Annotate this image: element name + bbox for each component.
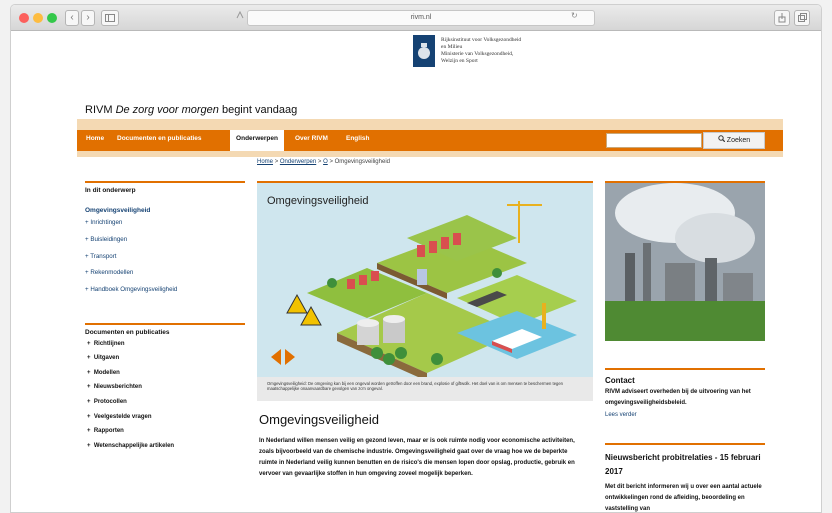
sidebar-doc-label: Wetenschappelijke artikelen — [93, 443, 175, 449]
sidebar-doc-label: Nieuwsberichten — [93, 384, 142, 390]
sidebar-item-rekenmodellen[interactable]: + Rekenmodellen — [85, 269, 133, 276]
search-button-label: Zoeken — [726, 137, 751, 144]
breadcrumb-separator: > — [317, 159, 322, 165]
hero-illustration: Omgevingsveiligheid — [257, 181, 593, 377]
sidebar-doc-nieuwsberichten[interactable]: + Nieuwsberichten — [87, 384, 142, 390]
sidebar-doc-veelgestelde-vragen[interactable]: + Veelgestelde vragen — [87, 414, 152, 420]
contact-text: RIVM adviseert overheden bij de uitvoeri… — [605, 389, 751, 406]
news-text: Met dit bericht informeren wij u over ee… — [605, 484, 762, 512]
nav-onderwerpen-label: Onderwerpen — [236, 135, 278, 142]
sidebar-doc-label: Modellen — [93, 370, 120, 376]
breadcrumb-onderwerpen[interactable]: Onderwerpen — [280, 159, 316, 165]
sidebar-item-transport[interactable]: + Transport — [85, 253, 116, 260]
sidebar-doc-wetenschappelijke-artikelen[interactable]: + Wetenschappelijke artikelen — [87, 443, 174, 449]
intro-text: In Nederland willen mensen veilig en gez… — [259, 438, 575, 477]
nav-onderwerpen[interactable]: Onderwerpen — [230, 130, 284, 151]
breadcrumb-separator: > — [274, 159, 279, 165]
logo-line1: Rijksinstituut voor Volksgezondheid — [441, 37, 522, 43]
sidebar-item-label: Inrichtingen — [90, 219, 123, 226]
sidebar-item-handboek[interactable]: + Handboek Omgevingsveiligheid — [85, 286, 177, 293]
hero-caption: Omgevingsveiligheid: De omgeving kan bij… — [257, 377, 593, 401]
nav-english[interactable]: English — [346, 135, 369, 142]
sidebar-item-label: Rekenmodellen — [90, 269, 134, 276]
search-icon — [718, 135, 727, 144]
breadcrumb-separator: > — [329, 159, 333, 165]
slider-arrows — [271, 349, 295, 365]
reload-icon[interactable]: ↻ — [571, 11, 578, 20]
sidebar-icon[interactable] — [101, 10, 119, 26]
search-input[interactable] — [606, 133, 702, 148]
tagline-brand: RIVM — [85, 104, 113, 116]
factory-image — [605, 183, 765, 341]
breadcrumb-o[interactable]: O — [323, 159, 328, 165]
nav-home[interactable]: Home — [86, 135, 104, 142]
sidebar-doc-label: Protocollen — [93, 399, 127, 405]
tabs-icon[interactable] — [794, 10, 810, 26]
sidebar-item-inrichtingen[interactable]: + Inrichtingen — [85, 219, 122, 226]
reader-icon[interactable] — [233, 10, 247, 26]
breadcrumb-home[interactable]: Home — [257, 159, 273, 165]
logo-line2: en Milieu — [441, 44, 463, 50]
sidebar-doc-label: Uitgaven — [93, 355, 120, 361]
web-page: Rijksinstituut voor Volksgezondheid en M… — [11, 32, 821, 512]
sidebar-doc-modellen[interactable]: + Modellen — [87, 370, 120, 376]
sidebar-doc-rapporten[interactable]: + Rapporten — [87, 428, 124, 434]
sidebar-item-label: Transport — [90, 253, 117, 260]
tagline-rest: begint vandaag — [221, 104, 298, 116]
logo-line4: Welzijn en Sport — [441, 58, 478, 64]
search-button[interactable]: Zoeken — [703, 132, 765, 149]
sidebar-active-item[interactable]: Omgevingsveiligheid — [85, 207, 150, 214]
sidebar-item-buisleidingen[interactable]: + Buisleidingen — [85, 236, 127, 243]
breadcrumb: Home > Onderwerpen > O > Omgevingsveilig… — [257, 159, 390, 165]
sidebar-item-label: Handboek Omgevingsveiligheid — [90, 286, 178, 293]
sidebar-doc-richtlijnen[interactable]: + Richtlijnen — [87, 341, 125, 347]
news-heading[interactable]: Nieuwsbericht probitrelaties - 15 februa… — [605, 443, 765, 479]
share-icon[interactable] — [774, 10, 790, 26]
logo-text: Rijksinstituut voor Volksgezondheid en M… — [441, 37, 581, 65]
close-window-button[interactable] — [19, 13, 29, 23]
browser-window: ‹ › rivm.nl ↻ Rijksinstituut voor Volksg… — [10, 4, 822, 513]
arrow-left-icon — [271, 349, 281, 365]
sidebar-heading-documenten: Documenten en publicaties — [85, 323, 245, 336]
sidebar-doc-label: Richtlijnen — [93, 341, 125, 347]
nav-documenten[interactable]: Documenten en publicaties — [117, 135, 202, 142]
sidebar-heading-onderwerp: In dit onderwerp — [85, 181, 245, 194]
nav-over-rivm[interactable]: Over RIVM — [295, 135, 328, 142]
sidebar-doc-protocollen[interactable]: + Protocollen — [87, 399, 127, 405]
isometric-city-illustration — [286, 201, 577, 377]
address-bar[interactable]: rivm.nl — [247, 10, 595, 26]
contact-heading: Contact — [605, 368, 765, 385]
sidebar-doc-label: Rapporten — [93, 428, 124, 434]
browser-toolbar: ‹ › rivm.nl ↻ — [11, 5, 821, 31]
sidebar-doc-label: Veelgestelde vragen — [93, 414, 152, 420]
zoom-window-button[interactable] — [47, 13, 57, 23]
forward-button[interactable]: › — [81, 10, 95, 26]
hero-title: Omgevingsveiligheid — [267, 195, 369, 207]
arrow-right-icon — [285, 349, 295, 365]
logo-line3: Ministerie van Volksgezondheid, — [441, 51, 514, 57]
breadcrumb-current: Omgevingsveiligheid — [334, 159, 390, 165]
industry-photo — [605, 181, 765, 341]
sidebar-item-label: Buisleidingen — [90, 236, 128, 243]
contact-read-more-link[interactable]: Lees verder — [605, 412, 637, 418]
rijkswapen-icon — [413, 35, 435, 67]
minimize-window-button[interactable] — [33, 13, 43, 23]
back-button[interactable]: ‹ — [65, 10, 79, 26]
site-tagline: RIVM De zorg voor morgen begint vandaag — [85, 104, 297, 116]
page-title: Omgevingsveiligheid — [259, 412, 379, 427]
tagline-italic: De zorg voor morgen — [115, 104, 219, 116]
sidebar-doc-uitgaven[interactable]: + Uitgaven — [87, 355, 119, 361]
